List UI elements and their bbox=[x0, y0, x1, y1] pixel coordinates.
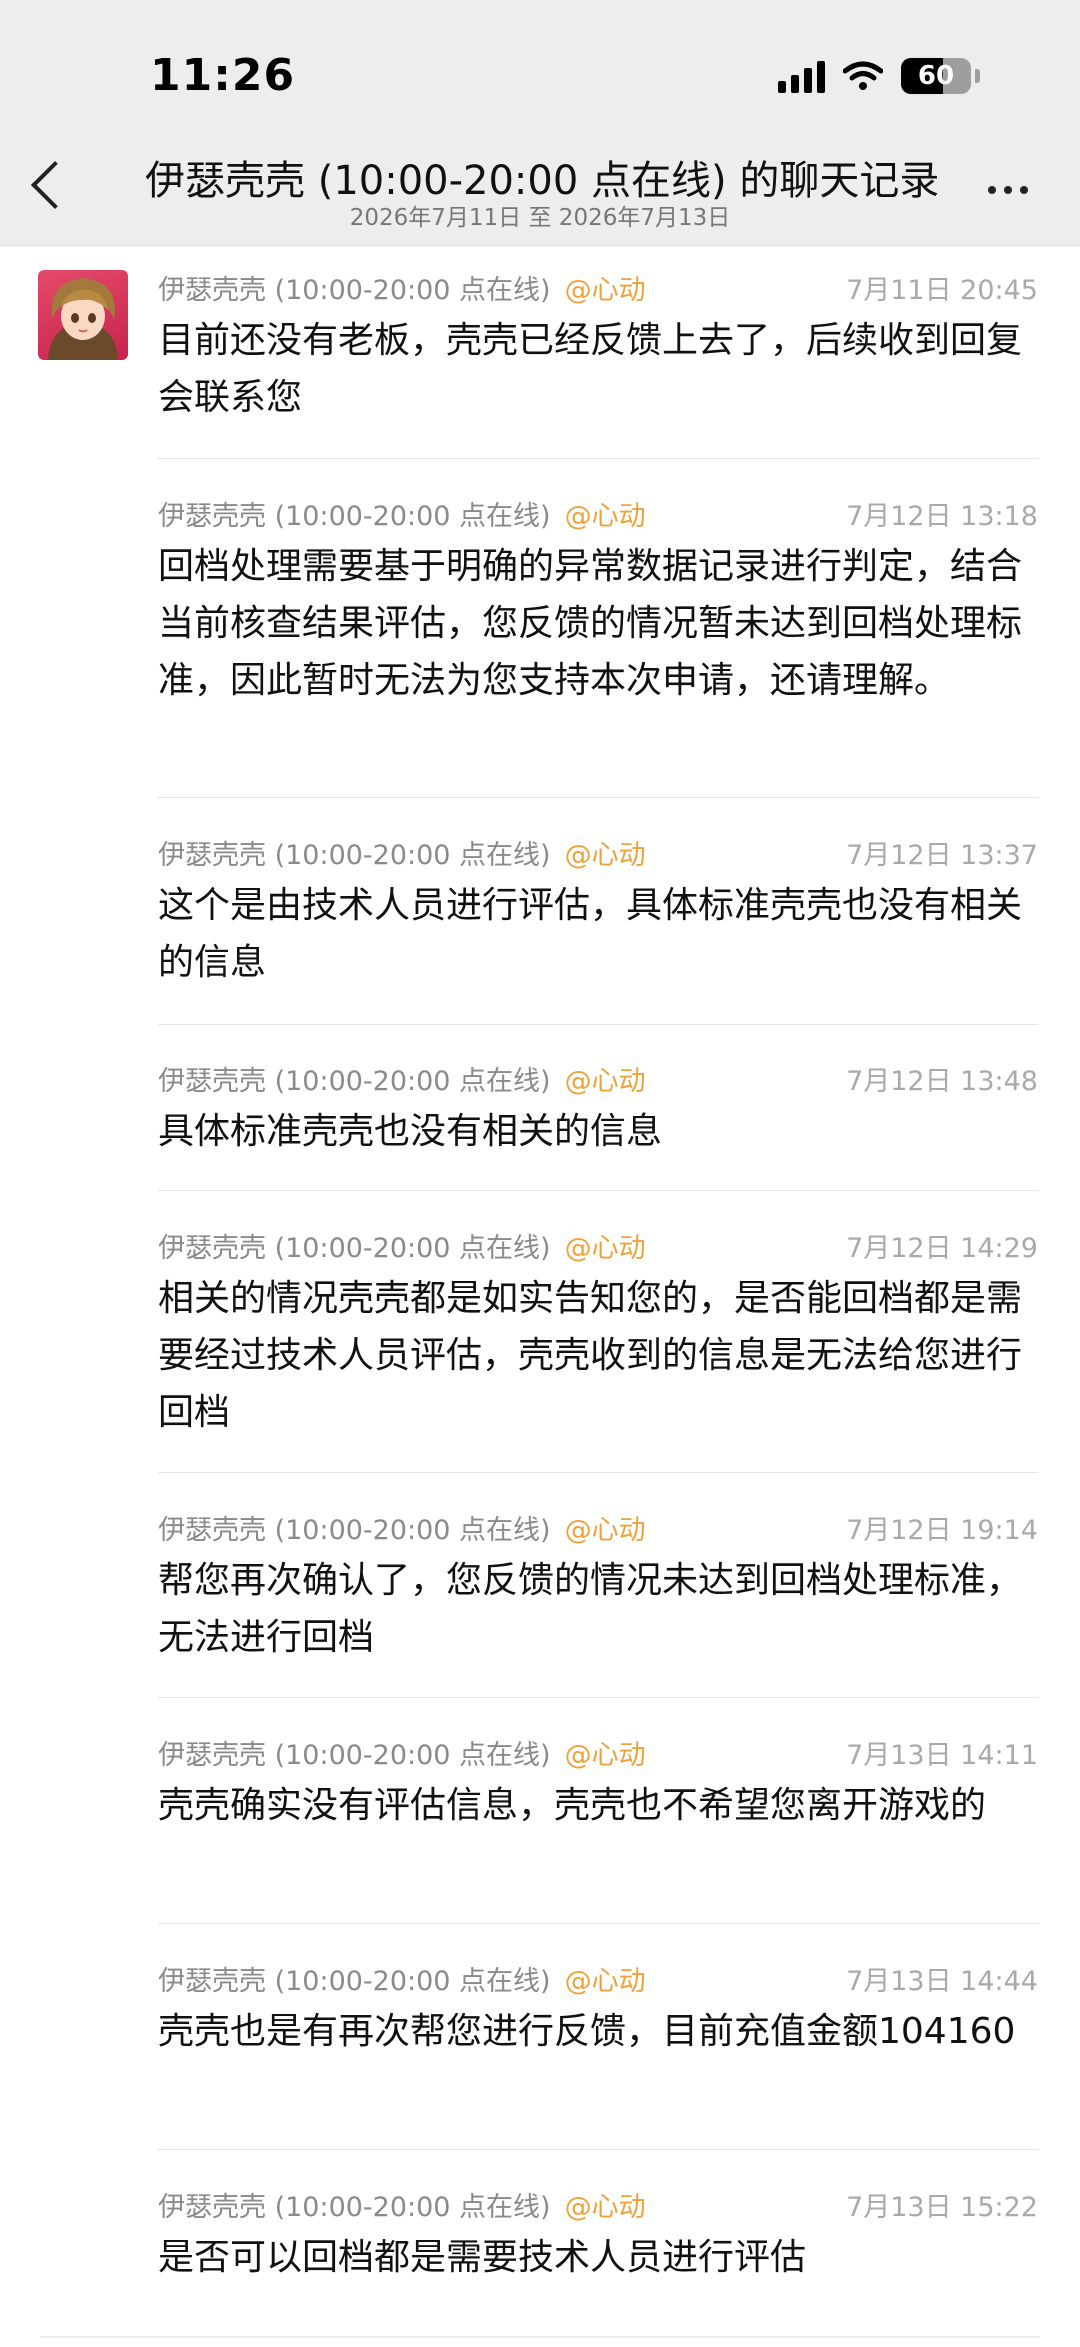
message-meta: 伊瑟壳壳 (10:00-20:00 点在线) @心动 7月11日 20:45 bbox=[158, 268, 1038, 308]
message-meta: 伊瑟壳壳 (10:00-20:00 点在线) @心动 7月12日 13:18 bbox=[158, 494, 1038, 534]
chat-message[interactable]: 伊瑟壳壳 (10:00-20:00 点在线) @心动 7月13日 15:22 是否可以… bbox=[158, 2185, 1038, 2286]
chat-message[interactable]: 伊瑟壳壳 (10:00-20:00 点在线) @心动 7月12日 14:29 相关的情… bbox=[158, 1226, 1038, 1441]
message-time: 7月12日 19:14 bbox=[846, 1515, 1038, 1546]
more-options-icon[interactable] bbox=[988, 186, 1028, 194]
message-time: 7月13日 14:44 bbox=[846, 1966, 1038, 1997]
sender-name: 伊瑟壳壳 (10:00-20:00 点在线) @心动 bbox=[158, 275, 646, 306]
sender-name: 伊瑟壳壳 (10:00-20:00 点在线) @心动 bbox=[158, 840, 646, 871]
bottom-divider bbox=[40, 2336, 1040, 2338]
status-time: 11:26 bbox=[150, 50, 296, 101]
sender-tag: @心动 bbox=[564, 1515, 646, 1546]
wifi-icon bbox=[843, 61, 883, 90]
sender-name: 伊瑟壳壳 (10:00-20:00 点在线) @心动 bbox=[158, 1233, 646, 1264]
message-time: 7月12日 13:37 bbox=[846, 840, 1038, 871]
message-time: 7月12日 13:18 bbox=[846, 501, 1038, 532]
message-text: 具体标准壳壳也没有相关的信息 bbox=[158, 1111, 663, 1152]
message-text: 壳壳确实没有评估信息，壳壳也不希望您离开游戏的 bbox=[158, 1785, 987, 1826]
sender-name: 伊瑟壳壳 (10:00-20:00 点在线) @心动 bbox=[158, 1066, 646, 1097]
message-time: 7月11日 20:45 bbox=[846, 275, 1038, 306]
chat-message[interactable]: 伊瑟壳壳 (10:00-20:00 点在线) @心动 7月12日 13:48 具体标准… bbox=[158, 1059, 1038, 1160]
message-divider bbox=[158, 1024, 1038, 1025]
sender-tag: @心动 bbox=[564, 1233, 646, 1264]
chat-message[interactable]: 伊瑟壳壳 (10:00-20:00 点在线) @心动 7月11日 20:45 目前还没… bbox=[158, 268, 1038, 426]
message-time: 7月12日 14:29 bbox=[846, 1233, 1038, 1264]
message-meta: 伊瑟壳壳 (10:00-20:00 点在线) @心动 7月12日 13:48 bbox=[158, 1059, 1038, 1099]
message-time: 7月13日 15:22 bbox=[846, 2192, 1038, 2223]
top-bar: 11:26 60 伊瑟壳壳 (10:00-20:00 点在线) 的聊天记录 20… bbox=[0, 0, 1080, 247]
message-meta: 伊瑟壳壳 (10:00-20:00 点在线) @心动 7月13日 14:44 bbox=[158, 1959, 1038, 1999]
battery-level: 60 bbox=[917, 61, 955, 91]
status-icons: 60 bbox=[778, 56, 980, 96]
message-time: 7月13日 14:11 bbox=[846, 1740, 1038, 1771]
sender-name: 伊瑟壳壳 (10:00-20:00 点在线) @心动 bbox=[158, 1515, 646, 1546]
message-divider bbox=[158, 1923, 1038, 1924]
chat-message[interactable]: 伊瑟壳壳 (10:00-20:00 点在线) @心动 7月13日 14:44 壳壳也是… bbox=[158, 1959, 1038, 2060]
chat-message[interactable]: 伊瑟壳壳 (10:00-20:00 点在线) @心动 7月12日 19:14 帮您再次… bbox=[158, 1508, 1038, 1666]
message-divider bbox=[158, 1697, 1038, 1698]
message-text: 回档处理需要基于明确的异常数据记录进行判定，结合当前核查结果评估，您反馈的情况暂… bbox=[158, 546, 1023, 701]
message-meta: 伊瑟壳壳 (10:00-20:00 点在线) @心动 7月13日 15:22 bbox=[158, 2185, 1038, 2225]
message-text: 是否可以回档都是需要技术人员进行评估 bbox=[158, 2237, 807, 2278]
message-divider bbox=[158, 2149, 1038, 2150]
sender-tag: @心动 bbox=[564, 2192, 646, 2223]
battery-icon: 60 bbox=[901, 58, 971, 94]
message-time: 7月12日 13:48 bbox=[846, 1066, 1038, 1097]
message-text: 这个是由技术人员进行评估，具体标准壳壳也没有相关的信息 bbox=[158, 885, 1023, 983]
chat-message[interactable]: 伊瑟壳壳 (10:00-20:00 点在线) @心动 7月12日 13:37 这个是由… bbox=[158, 833, 1038, 991]
sender-tag: @心动 bbox=[564, 1966, 646, 1997]
date-range: 2026年7月11日 至 2026年7月13日 bbox=[349, 205, 731, 231]
message-text: 帮您再次确认了，您反馈的情况未达到回档处理标准，无法进行回档 bbox=[158, 1560, 1023, 1658]
chat-message[interactable]: 伊瑟壳壳 (10:00-20:00 点在线) @心动 7月12日 13:18 回档处理… bbox=[158, 494, 1038, 709]
sender-name: 伊瑟壳壳 (10:00-20:00 点在线) @心动 bbox=[158, 501, 646, 532]
avatar[interactable] bbox=[38, 270, 128, 360]
message-text: 目前还没有老板，壳壳已经反馈上去了，后续收到回复会联系您 bbox=[158, 320, 1023, 418]
sender-name: 伊瑟壳壳 (10:00-20:00 点在线) @心动 bbox=[158, 1740, 646, 1771]
message-text: 壳壳也是有再次帮您进行反馈，目前充值金额104160 bbox=[158, 2011, 1016, 2052]
sender-tag: @心动 bbox=[564, 501, 646, 532]
sender-tag: @心动 bbox=[564, 1740, 646, 1771]
message-divider bbox=[158, 458, 1038, 459]
message-divider bbox=[158, 797, 1038, 798]
message-divider bbox=[158, 1190, 1038, 1191]
message-text: 相关的情况壳壳都是如实告知您的，是否能回档都是需要经过技术人员评估，壳壳收到的信… bbox=[158, 1278, 1023, 1433]
message-divider bbox=[158, 1472, 1038, 1473]
sender-tag: @心动 bbox=[564, 840, 646, 871]
sender-tag: @心动 bbox=[564, 1066, 646, 1097]
sender-tag: @心动 bbox=[564, 275, 646, 306]
message-meta: 伊瑟壳壳 (10:00-20:00 点在线) @心动 7月12日 14:29 bbox=[158, 1226, 1038, 1266]
chat-message[interactable]: 伊瑟壳壳 (10:00-20:00 点在线) @心动 7月13日 14:11 壳壳确实… bbox=[158, 1733, 1038, 1834]
message-meta: 伊瑟壳壳 (10:00-20:00 点在线) @心动 7月12日 19:14 bbox=[158, 1508, 1038, 1548]
sender-name: 伊瑟壳壳 (10:00-20:00 点在线) @心动 bbox=[158, 2192, 646, 2223]
cellular-signal-icon bbox=[778, 59, 825, 93]
message-meta: 伊瑟壳壳 (10:00-20:00 点在线) @心动 7月12日 13:37 bbox=[158, 833, 1038, 873]
sender-name: 伊瑟壳壳 (10:00-20:00 点在线) @心动 bbox=[158, 1966, 646, 1997]
message-meta: 伊瑟壳壳 (10:00-20:00 点在线) @心动 7月13日 14:11 bbox=[158, 1733, 1038, 1773]
